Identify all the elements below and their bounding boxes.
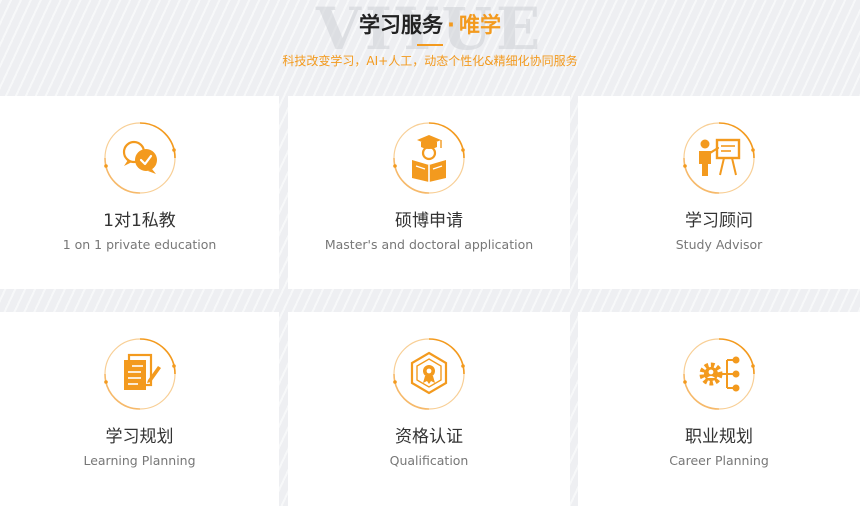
card-subtitle: Study Advisor [675,237,763,252]
card-title: 学习规划 [105,427,174,447]
title-underline [417,44,443,46]
gear-network-icon [681,336,757,412]
title-accent: 唯学 [458,13,501,37]
service-card-qualification[interactable]: 资格认证 Qualification [288,312,570,506]
teacher-board-icon [681,120,757,196]
service-card-private-education[interactable]: 1对1私教 1 on 1 private education [0,96,279,289]
title-dot: · [447,13,455,37]
card-subtitle: Master's and doctoral application [324,237,534,252]
card-title: 1对1私教 [103,211,176,231]
card-subtitle: Career Planning [669,453,769,468]
chat-bubbles-icon [102,120,178,196]
certificate-badge-icon [391,336,467,412]
title-main: 学习服务 [359,13,443,37]
card-subtitle: Qualification [389,453,469,468]
card-title: 硕博申请 [395,211,463,231]
graduate-reading-icon [391,120,467,196]
section-header: VIYUE 学习服务 · 唯学 科技改变学习，AI+人工，动态个性化&精细化协同服务 [0,0,860,95]
service-card-learning-planning[interactable]: 学习规划 Learning Planning [0,312,279,506]
document-edit-icon [102,336,178,412]
card-title: 资格认证 [395,427,463,447]
service-card-study-advisor[interactable]: 学习顾问 Study Advisor [578,96,860,289]
section-subtitle: 科技改变学习，AI+人工，动态个性化&精细化协同服务 [282,54,578,68]
service-card-degree-application[interactable]: 硕博申请 Master's and doctoral application [288,96,570,289]
section-title: 学习服务 · 唯学 [0,10,860,40]
card-title: 学习顾问 [685,211,753,231]
service-card-career-planning[interactable]: 职业规划 Career Planning [578,312,860,506]
card-title: 职业规划 [685,427,753,447]
card-subtitle: 1 on 1 private education [62,237,217,252]
card-subtitle: Learning Planning [83,453,196,468]
